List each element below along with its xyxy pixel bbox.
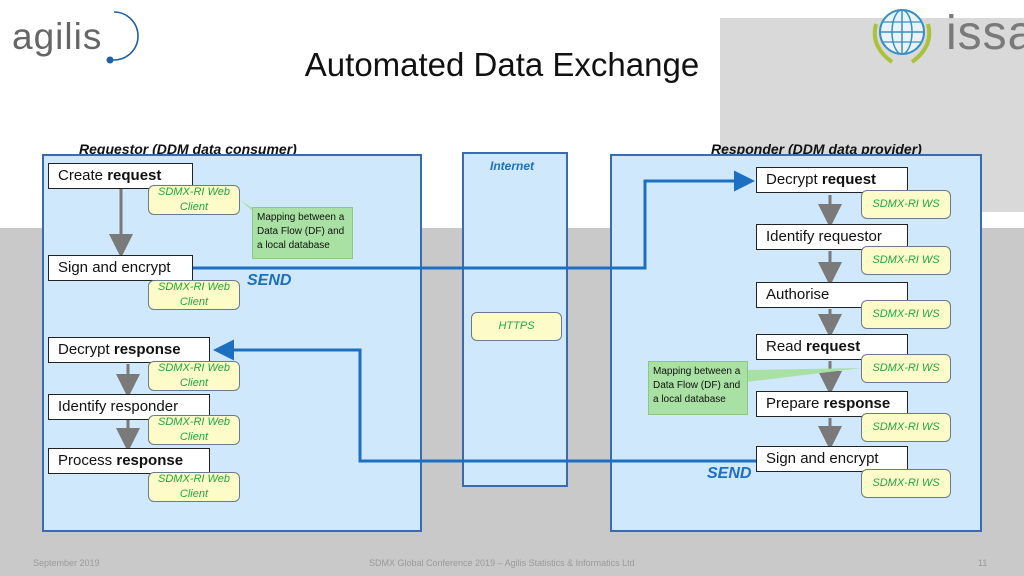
step-decrypt-response: Decrypt response bbox=[48, 337, 210, 363]
step-text-bold: response bbox=[823, 395, 891, 412]
step-text-bold: response bbox=[113, 341, 181, 358]
step-text-bold: request bbox=[806, 338, 861, 355]
step-text: Decrypt bbox=[58, 341, 114, 358]
step-text: Decrypt bbox=[766, 171, 822, 188]
step-text: Read bbox=[766, 338, 807, 355]
page-number: 11 bbox=[978, 558, 988, 568]
step-text: Sign and encrypt bbox=[766, 450, 879, 467]
sdmx-web-client-tag: SDMX-RI Web Client bbox=[148, 361, 240, 391]
sdmx-web-client-tag: SDMX-RI Web Client bbox=[148, 185, 240, 215]
sdmx-ws-tag: SDMX-RI WS bbox=[861, 246, 951, 275]
step-text: Prepare bbox=[766, 395, 824, 412]
sdmx-web-client-tag: SDMX-RI Web Client bbox=[148, 415, 240, 445]
send-label-responder: SEND bbox=[707, 465, 752, 482]
step-sign-and-encrypt: Sign and encrypt bbox=[48, 255, 193, 281]
sdmx-ws-tag: SDMX-RI WS bbox=[861, 190, 951, 219]
step-text: Sign and encrypt bbox=[58, 259, 171, 276]
step-process-response: Process response bbox=[48, 448, 210, 474]
footer-conference: SDMX Global Conference 2019 – Agilis Sta… bbox=[369, 558, 635, 568]
send-label-requestor: SEND bbox=[247, 272, 292, 289]
step-text: Identify responder bbox=[58, 398, 179, 415]
step-text: Authorise bbox=[766, 286, 830, 303]
sdmx-web-client-tag: SDMX-RI Web Client bbox=[148, 280, 240, 310]
mapping-note-requestor: Mapping between a Data Flow (DF) and a loc… bbox=[252, 207, 353, 259]
step-text: Create bbox=[58, 167, 108, 184]
sdmx-ws-tag: SDMX-RI WS bbox=[861, 354, 951, 383]
step-text-bold: request bbox=[821, 171, 877, 188]
sdmx-ws-tag: SDMX-RI WS bbox=[861, 413, 951, 442]
step-text-bold: response bbox=[116, 452, 184, 469]
step-text-bold: request bbox=[107, 167, 162, 184]
step-text: Identify requestor bbox=[766, 228, 882, 245]
sdmx-ws-tag: SDMX-RI WS bbox=[861, 469, 951, 498]
step-text: Process bbox=[58, 452, 117, 469]
sdmx-ws-tag: SDMX-RI WS bbox=[861, 300, 951, 329]
mapping-note-responder: Mapping between a Data Flow (DF) and a loc… bbox=[648, 361, 748, 415]
note-pointer-right bbox=[746, 368, 862, 382]
sdmx-web-client-tag: SDMX-RI Web Client bbox=[148, 472, 240, 502]
footer-date: September 2019 bbox=[33, 558, 100, 568]
